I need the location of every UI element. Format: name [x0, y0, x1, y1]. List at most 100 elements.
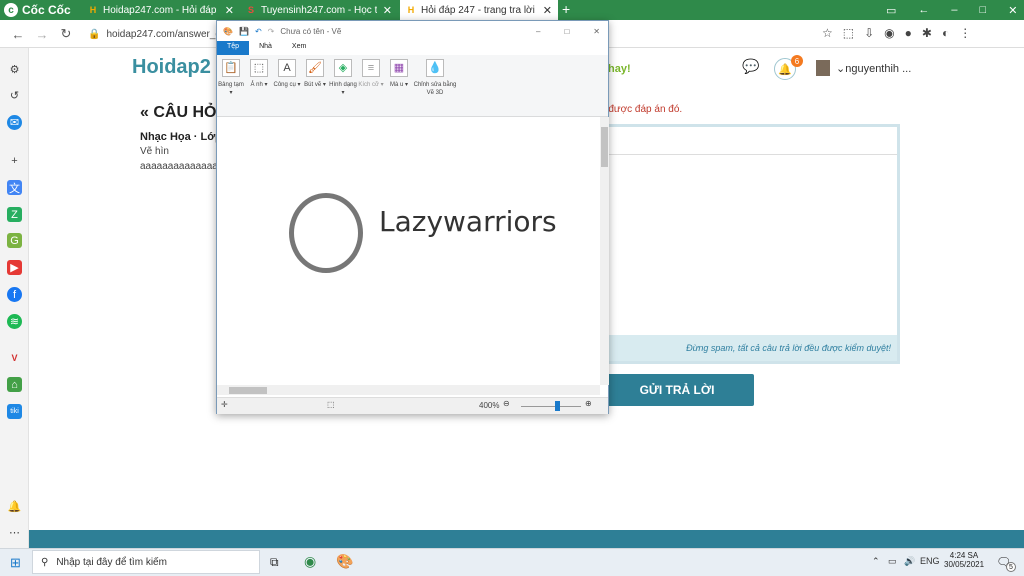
ribbon-tools[interactable]: A Công cụ ▾ [273, 55, 301, 116]
tiki-icon[interactable]: tiki [7, 404, 22, 419]
paint-canvas[interactable]: Lazywarriors [217, 117, 600, 385]
facebook-icon[interactable]: f [7, 287, 22, 302]
ribbon-label: Chỉnh sửa bằng Vẽ 3D [413, 82, 457, 96]
zoom-level: 400% [479, 401, 500, 410]
profile-icon[interactable]: ◐ [942, 26, 949, 40]
site-footer [29, 530, 1024, 548]
ribbon-paint3d[interactable]: 💧 Chỉnh sửa bằng Vẽ 3D [413, 55, 457, 116]
editor-toolbar [599, 127, 897, 155]
add-icon[interactable]: + [7, 153, 22, 168]
maximize-icon[interactable]: □ [980, 4, 987, 16]
youtube-icon[interactable]: ▶ [7, 260, 22, 275]
game-icon[interactable]: G [7, 233, 22, 248]
reload-icon[interactable]: ↻ [58, 26, 74, 42]
puzzle-icon[interactable]: ✱ [922, 26, 932, 40]
close-window-icon[interactable]: ✕ [1008, 4, 1017, 17]
clock-time: 4:24 SA [949, 551, 979, 560]
back-arrow-icon[interactable]: ← [918, 4, 929, 16]
battery-icon: ▭ [888, 556, 897, 566]
shop-icon[interactable]: ⌂ [7, 377, 22, 392]
new-tab-icon[interactable]: + [562, 1, 570, 17]
ribbon-size[interactable]: ≡ Kích cỡ ▾ [357, 55, 385, 116]
search-placeholder: Nhập tại đây để tìm kiếm [56, 556, 167, 568]
menu-home[interactable]: Nhà [249, 41, 282, 55]
ribbon-shapes[interactable]: ◈ Hình dạng ▾ [329, 55, 357, 116]
coccoc-taskbar-icon[interactable]: ◉ [304, 553, 316, 570]
scroll-thumb[interactable] [229, 387, 267, 394]
history-icon[interactable]: ↺ [7, 88, 22, 103]
paint-app-icon: 🎨 [223, 26, 233, 36]
windows-start-icon[interactable]: ⊞ [10, 555, 21, 571]
close-tab-icon[interactable]: ✕ [543, 4, 552, 17]
zoom-slider[interactable] [521, 406, 581, 407]
zoom-slider-thumb[interactable] [555, 401, 560, 411]
tab-title: Tuyensinh247.com - Học trực [261, 4, 377, 16]
undo-icon[interactable]: ↶ [255, 27, 262, 36]
settings-icon[interactable]: ⚙ [7, 62, 22, 77]
username[interactable]: ⌄nguyenthih ... [836, 62, 911, 75]
ribbon-image[interactable]: ⬚ Ả nh ▾ [245, 55, 273, 116]
window-controls: ▭ ← – □ ✕ [886, 0, 1017, 20]
language-indicator[interactable]: ENG [920, 556, 940, 566]
address-bar-icons: ☆ ⬚ ⇩ ◉ ● ✱ ◐ ⋮ [822, 26, 971, 40]
zoom-in-icon[interactable]: ⊕ [585, 399, 592, 408]
notification-bell-icon[interactable]: 🔔 [7, 499, 22, 514]
submit-answer-button[interactable]: GỬI TRẢ LỜI [600, 374, 754, 406]
minimize-icon[interactable]: – [951, 4, 957, 16]
picture-icon[interactable]: ▭ [886, 4, 896, 17]
size-icon: ≡ [362, 59, 380, 77]
taskbar-search[interactable]: ⚲ Nhập tại đây để tìm kiếm [32, 550, 260, 574]
chrome-icon[interactable]: ◉ [884, 26, 894, 40]
paint-maximize-icon[interactable]: □ [564, 27, 569, 36]
ribbon-label: Công cụ ▾ [273, 82, 301, 88]
paint-minimize-icon[interactable]: – [536, 27, 540, 36]
volume-icon[interactable]: 🔊 [904, 556, 915, 567]
paint-statusbar: ✛ ⬚ 400% ⊖ ⊕ [217, 397, 608, 414]
site-logo[interactable]: Hoidap2 [132, 56, 211, 79]
tab-hoidap[interactable]: H Hoidap247.com - Hỏi đáp bài ✕ [82, 0, 240, 20]
menu-icon[interactable]: ⋮ [959, 26, 971, 40]
task-view-icon[interactable]: ⧉ [270, 555, 279, 570]
paint-title: Chưa có tên - Vẽ [280, 26, 342, 36]
logo-main: Hoidap2 [132, 56, 211, 78]
answer-editor[interactable]: Đừng spam, tất cả câu trả lời đều được k… [596, 124, 900, 364]
paint-close-icon[interactable]: ✕ [593, 27, 600, 36]
menu-view[interactable]: Xem [282, 41, 316, 55]
ribbon-label: Bảng tạm ▾ [218, 82, 244, 96]
tab-tuyensinh[interactable]: S Tuyensinh247.com - Học trực ✕ [240, 0, 398, 20]
zoom-out-icon[interactable]: ⊖ [503, 399, 510, 408]
download-icon[interactable]: ⇩ [864, 26, 874, 40]
zing-icon[interactable]: Z [7, 207, 22, 222]
star-icon[interactable]: ☆ [822, 26, 833, 40]
paint-ribbon: 📋 Bảng tạm ▾ ⬚ Ả nh ▾ A Công cụ ▾ 🖌 Bút vẽ ▾… [217, 55, 608, 117]
paint-taskbar-icon[interactable]: 🎨 [336, 553, 353, 570]
username-label: nguyenthih ... [845, 63, 912, 75]
tray-chevron-icon[interactable]: ⌃ [872, 556, 880, 567]
redo-icon[interactable]: ↷ [268, 27, 275, 36]
close-tab-icon[interactable]: ✕ [383, 4, 392, 17]
ribbon-brushes[interactable]: 🖌 Bút vẽ ▾ [301, 55, 329, 116]
more-icon[interactable]: ⋯ [7, 525, 22, 540]
browser-brand[interactable]: c Cốc Cốc [4, 2, 71, 18]
extension-badge-icon[interactable]: ⬚ [843, 26, 854, 40]
messenger-icon[interactable]: ✉ [7, 115, 22, 130]
spotify-icon[interactable]: ≋ [7, 314, 22, 329]
close-tab-icon[interactable]: ✕ [225, 4, 234, 17]
back-icon[interactable]: ← [10, 26, 26, 42]
vertical-scrollbar[interactable] [600, 117, 609, 385]
horizontal-scrollbar[interactable] [217, 385, 600, 395]
vtv-icon[interactable]: V [7, 350, 22, 365]
save-icon[interactable]: 💾 [239, 27, 249, 36]
coccoc-logo-icon: c [4, 3, 18, 17]
chat-icon[interactable]: 💬 [742, 58, 759, 75]
forward-icon[interactable]: → [34, 26, 50, 42]
translate-icon[interactable]: 文 [7, 180, 22, 195]
clock[interactable]: 4:24 SA 30/05/2021 [944, 551, 984, 569]
menu-file[interactable]: Tệp [217, 41, 250, 55]
ribbon-colors[interactable]: ▦ Mà u ▾ [385, 55, 413, 116]
tab-active[interactable]: H Hỏi đáp 247 - trang tra lời ✕ [400, 0, 558, 20]
scroll-thumb[interactable] [601, 127, 608, 167]
ribbon-clipboard[interactable]: 📋 Bảng tạm ▾ [217, 55, 245, 116]
avatar[interactable] [816, 60, 830, 76]
extension-icon[interactable]: ● [905, 26, 912, 40]
